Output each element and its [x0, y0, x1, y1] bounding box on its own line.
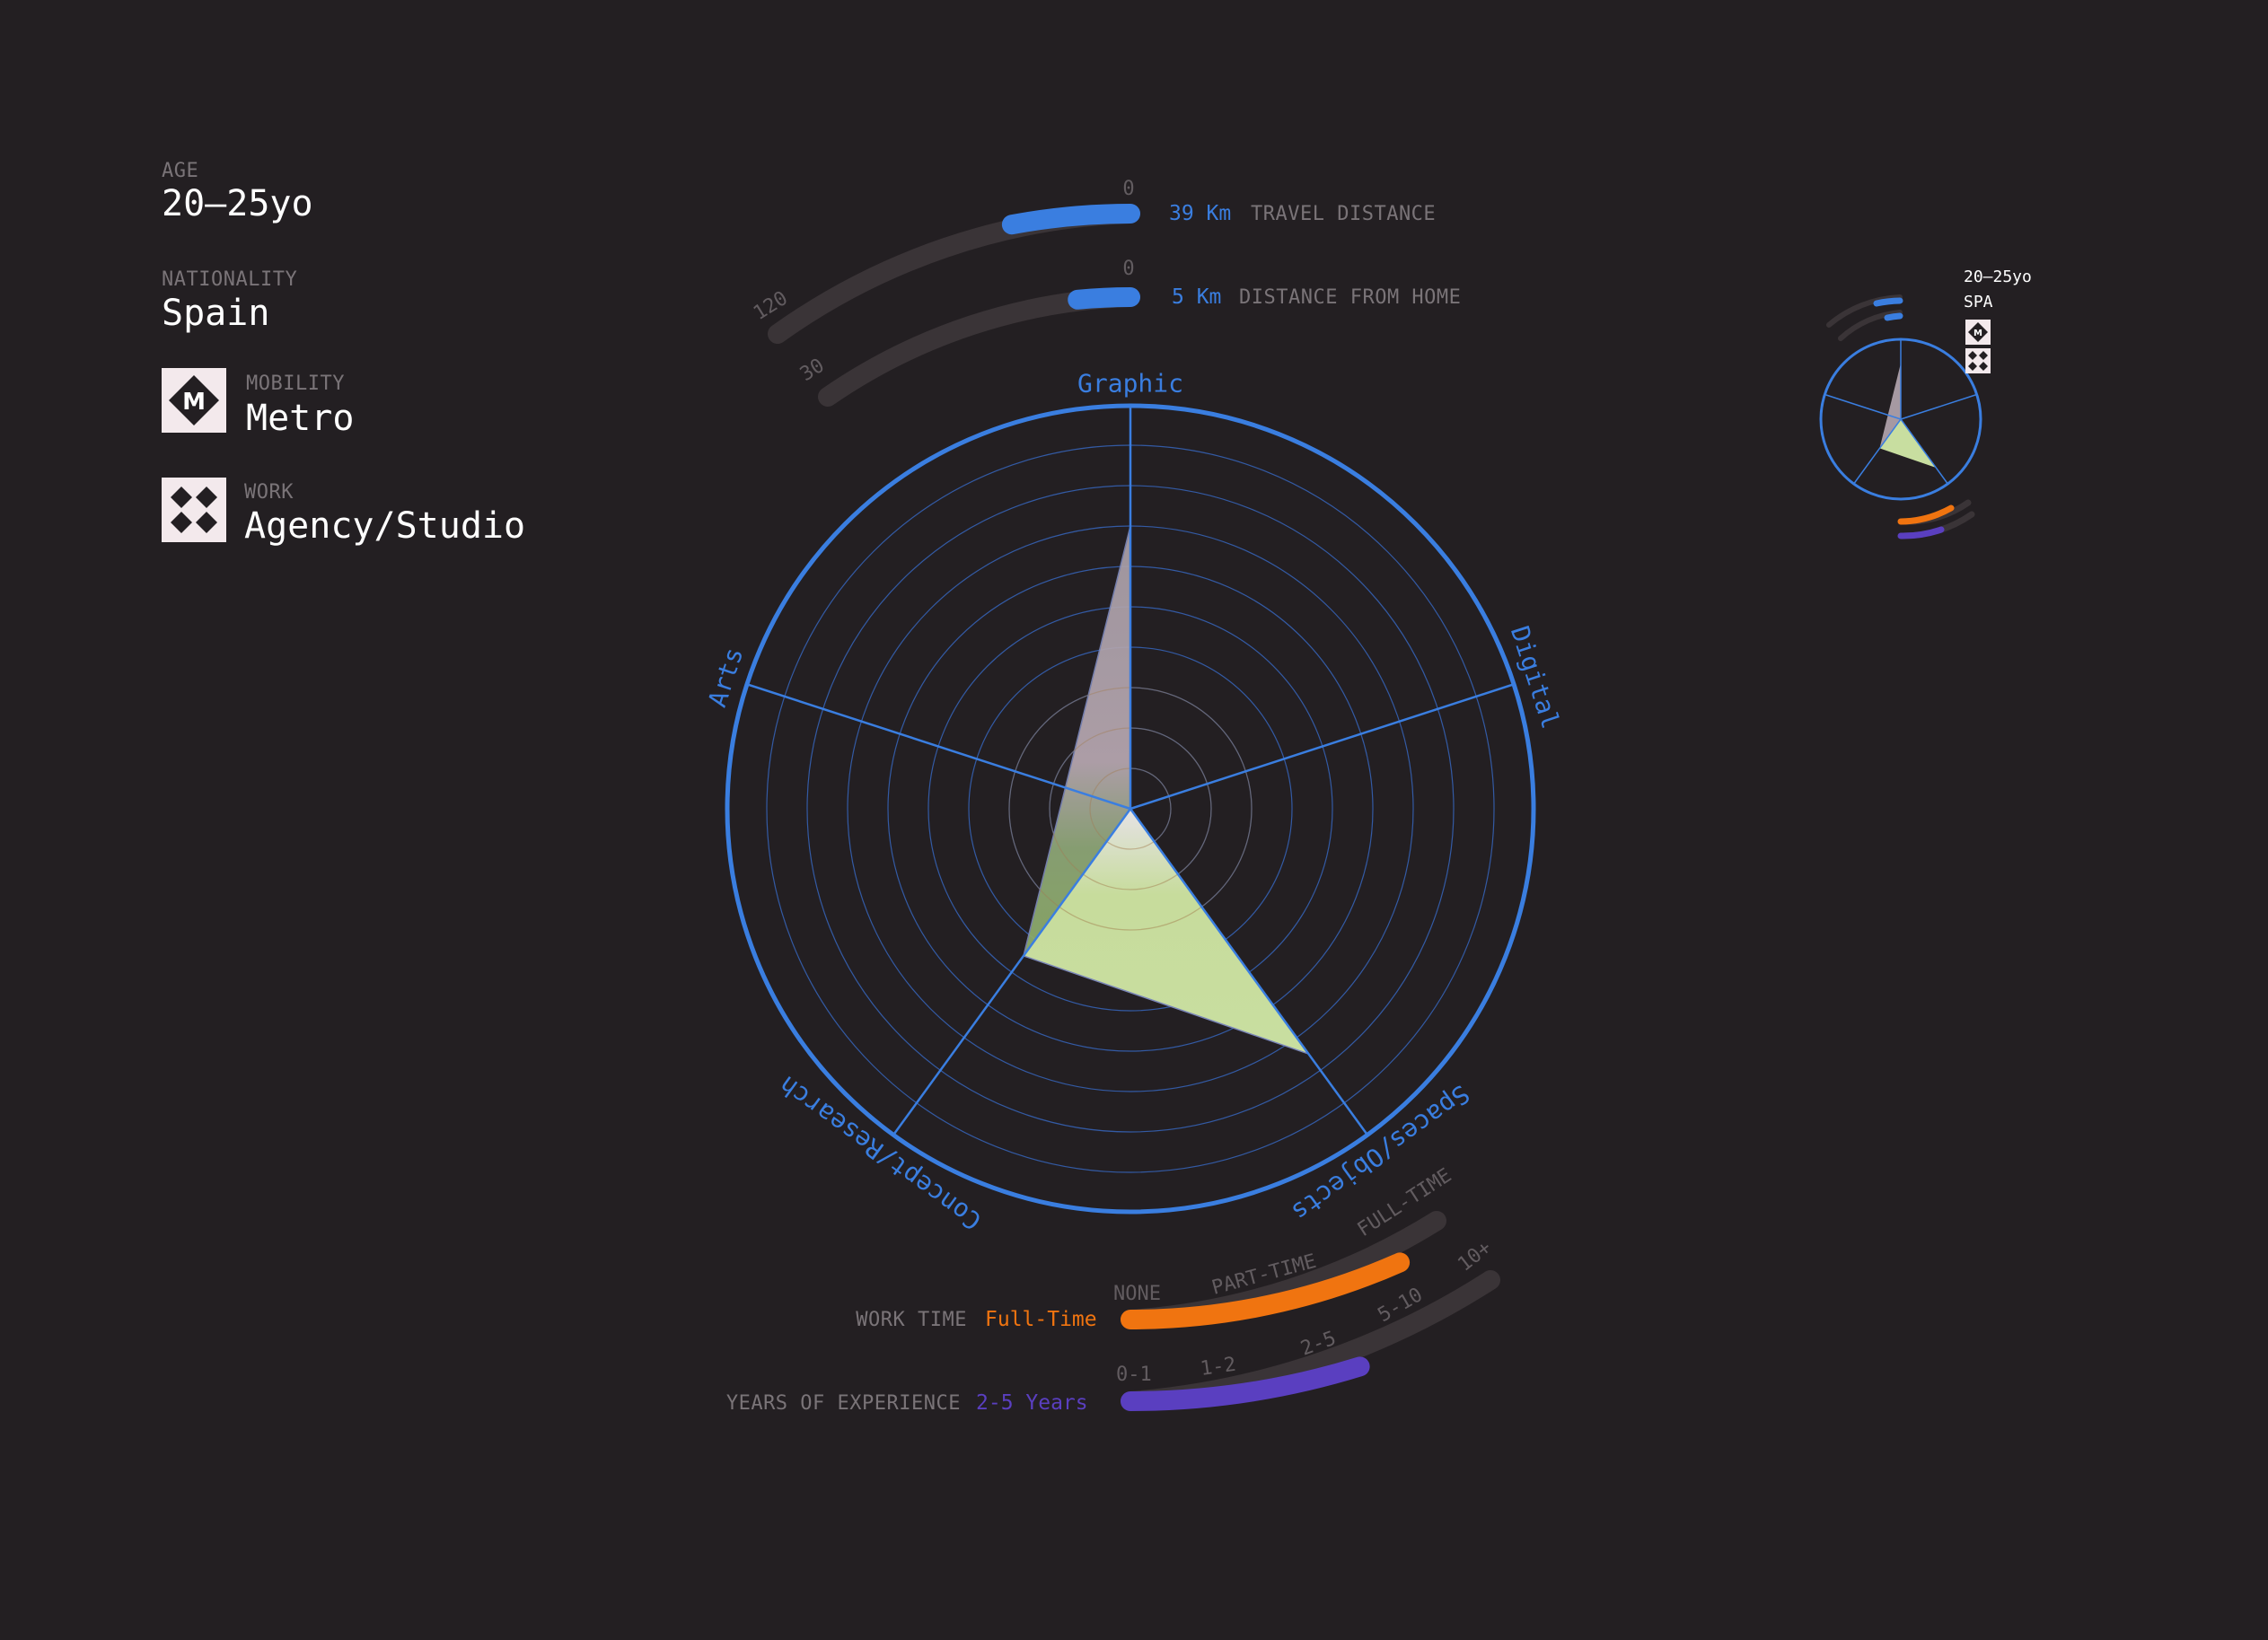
thumbnail-preview: 20–25yo SPA M: [1819, 267, 2032, 539]
radar-axis-labels: GraphicDigitalSpaces/ObjectsConcept/Rese…: [702, 369, 1566, 1237]
experience-tick-1: 1-2: [1199, 1354, 1237, 1381]
mobility-value: Metro: [246, 398, 354, 439]
thumb-age: 20–25yo: [1964, 267, 2032, 286]
home-distance-value: 5 Km: [1172, 285, 1221, 309]
work-time-value: Full-Time: [985, 1308, 1097, 1331]
work-time-tick-none: NONE: [1113, 1283, 1161, 1305]
work-arcs: NONE PART-TIME FULL-TIME WORK TIME Full-…: [726, 1164, 1500, 1415]
mobility-label: MOBILITY: [246, 373, 345, 395]
home-distance-max-tick: 30: [796, 355, 829, 386]
nationality-value: Spain: [162, 293, 269, 334]
radar-spoke: [746, 683, 1131, 811]
travel-distance-min-tick: 0: [1122, 178, 1134, 200]
thumb-metro-icon-letter: M: [1974, 329, 1982, 338]
work-label: WORK: [244, 481, 294, 504]
work-value: Agency/Studio: [244, 505, 525, 547]
radar-spoke: [1130, 683, 1515, 811]
thumb-travel-bar: [1873, 297, 1903, 307]
travel-distance-label: TRAVEL DISTANCE: [1251, 203, 1436, 225]
travel-distance-value: 39 Km: [1169, 202, 1231, 225]
radar-axis-label: Concept/Research: [774, 1070, 988, 1236]
experience-bar: [1121, 1356, 1370, 1411]
thumb-home-bar: [1884, 312, 1903, 321]
thumb-agency-studio-icon: [1965, 348, 1991, 373]
thumb-work-bar: [1897, 504, 1955, 525]
profile-visualization: AGE 20–25yo NATIONALITY Spain M MOBILITY…: [162, 160, 2032, 1415]
age-label: AGE: [162, 160, 198, 182]
travel-distance-bar: [1001, 204, 1140, 235]
travel-distance-track: [768, 204, 1140, 344]
home-distance-label: DISTANCE FROM HOME: [1239, 286, 1461, 309]
experience-label: YEARS OF EXPERIENCE: [726, 1392, 961, 1415]
home-distance-bar: [1068, 287, 1140, 310]
profile-info-panel: AGE 20–25yo NATIONALITY Spain M MOBILITY…: [162, 160, 525, 547]
nationality-label: NATIONALITY: [162, 268, 297, 291]
thumb-exp-bar: [1897, 526, 1945, 539]
experience-tick-0: 0-1: [1116, 1364, 1152, 1386]
age-value: 20–25yo: [162, 183, 313, 224]
distance-arcs: 0 120 39 Km TRAVEL DISTANCE 0 30 5 Km DI…: [750, 178, 1461, 407]
work-time-label: WORK TIME: [856, 1309, 967, 1331]
experience-value: 2-5 Years: [976, 1391, 1088, 1415]
metro-icon: M: [162, 368, 226, 433]
home-distance-min-tick: 0: [1122, 258, 1134, 280]
thumb-nationality: SPA: [1964, 293, 1993, 311]
agency-studio-icon: [162, 478, 226, 542]
metro-icon-letter: M: [182, 389, 206, 416]
radar-spokes: [746, 406, 1515, 1136]
thumb-spoke: [1824, 393, 1902, 420]
thumb-metro-icon: M: [1965, 320, 1991, 345]
thumb-spoke: [1900, 393, 1977, 420]
radar-chart: GraphicDigitalSpaces/ObjectsConcept/Rese…: [702, 369, 1566, 1237]
radar-axis-label: Graphic: [1077, 369, 1183, 399]
thumb-radar: [1819, 338, 1982, 501]
